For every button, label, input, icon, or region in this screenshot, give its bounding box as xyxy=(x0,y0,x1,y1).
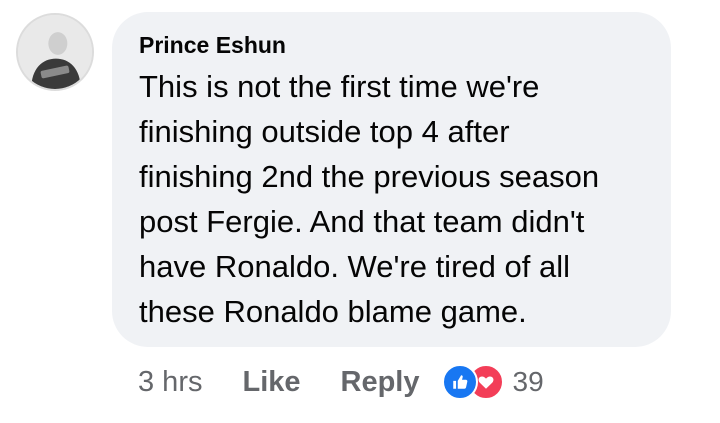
avatar[interactable] xyxy=(16,13,94,91)
like-button[interactable]: Like xyxy=(242,366,300,399)
profile-photo xyxy=(18,15,92,89)
comment-bubble: Prince Eshun This is not the first time … xyxy=(112,12,671,347)
reaction-summary[interactable]: 39 xyxy=(441,364,544,400)
reaction-count: 39 xyxy=(512,366,544,397)
like-icon xyxy=(441,364,478,400)
comment-actions: 3 hrs Like Reply 39 xyxy=(138,362,544,402)
comment-timestamp[interactable]: 3 hrs xyxy=(138,366,202,399)
comment-author[interactable]: Prince Eshun xyxy=(139,30,645,60)
comment-text: This is not the first time we're finishi… xyxy=(139,69,600,329)
reply-button[interactable]: Reply xyxy=(341,366,420,399)
